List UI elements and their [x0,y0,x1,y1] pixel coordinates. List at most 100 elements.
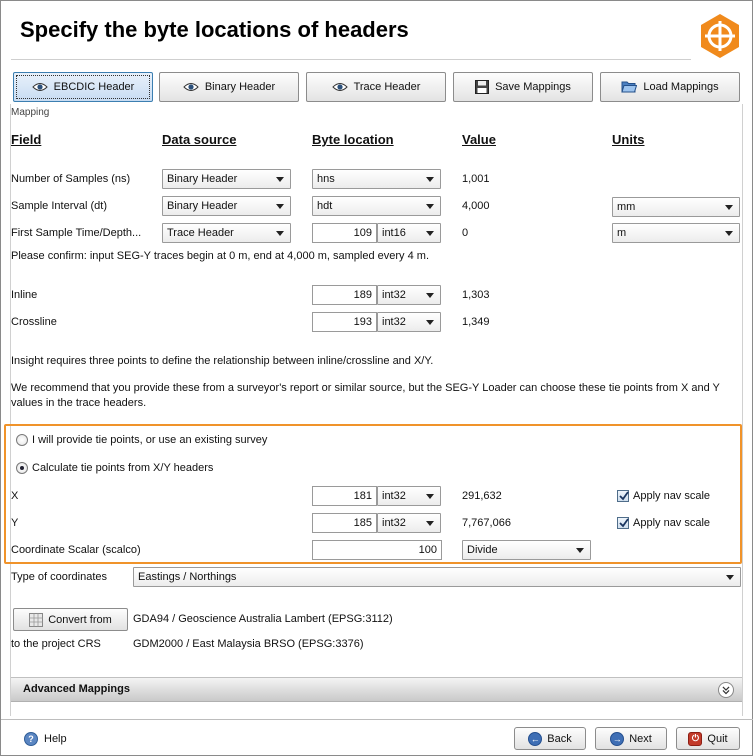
x-type-dropdown[interactable]: int32 [377,486,441,506]
tab-binary-header[interactable]: Binary Header [159,72,299,102]
column-header-data-source: Data source [162,132,237,147]
floppy-disk-icon [475,80,490,94]
title-divider [11,59,691,60]
tab-label: Binary Header [204,81,276,93]
coord-type-label: Type of coordinates [11,571,108,583]
eye-icon [331,83,348,91]
help-icon: ? [24,732,38,746]
dropdown-value: m [617,227,627,239]
interval-source-dropdown[interactable]: Binary Header [162,196,291,216]
tab-label: EBCDIC Header [53,81,135,93]
x-value: 291,632 [462,490,502,502]
interval-label: Sample Interval (dt) [11,200,107,212]
button-label: Save Mappings [495,81,571,93]
chevron-down-icon [725,205,733,210]
interval-value: 4,000 [462,200,490,212]
interval-units-dropdown[interactable]: mm [612,197,740,217]
dropdown-value: int32 [382,490,406,502]
info-text-recommend: We recommend that you provide these from… [11,382,720,394]
first-sample-type-dropdown[interactable]: int16 [377,223,441,243]
dropdown-value: Binary Header [167,173,238,185]
info-text-three-points: Insight requires three points to define … [11,355,434,367]
crossline-type-dropdown[interactable]: int32 [377,312,441,332]
help-label: Help [44,733,67,745]
chevron-down-icon [276,231,284,236]
from-crs-text: GDA94 / Geoscience Australia Lambert (EP… [133,613,393,625]
panel-border-left [10,104,11,716]
next-button[interactable]: → Next [595,727,667,750]
advanced-mappings-label: Advanced Mappings [23,683,130,695]
x-byte-input[interactable]: 181 [312,486,377,506]
first-sample-label: First Sample Time/Depth... [11,227,142,239]
eye-icon [183,83,199,91]
x-label: X [11,490,19,502]
chevron-down-icon [426,177,434,182]
panel-border-right [742,104,743,716]
inline-value: 1,303 [462,289,490,301]
first-sample-byte-input[interactable]: 109 [312,223,377,243]
radio-provide-label: I will provide tie points, or use an exi… [32,434,268,446]
dropdown-value: mm [617,201,636,213]
dropdown-value: int32 [382,289,406,301]
inline-label: Inline [11,289,38,301]
y-type-dropdown[interactable]: int32 [377,513,441,533]
dropdown-value: Trace Header [167,227,234,239]
first-sample-value: 0 [462,227,469,239]
chevron-down-icon [276,204,284,209]
arrow-left-icon: ← [528,731,543,746]
convert-from-button[interactable]: Convert from [13,608,128,631]
column-header-value: Value [462,132,496,147]
dropdown-value: hdt [317,200,333,212]
first-sample-source-dropdown[interactable]: Trace Header [162,223,291,243]
button-label: Next [629,732,652,745]
dropdown-value: Binary Header [167,200,238,212]
radio-calculate-tie-points[interactable] [16,462,28,474]
scalar-label: Coordinate Scalar (scalco) [11,544,141,556]
tab-ebcdic-header[interactable]: EBCDIC Header [13,72,153,102]
samples-byte-dropdown[interactable]: hns [312,169,441,189]
coord-type-dropdown[interactable]: Eastings / Northings [133,567,741,587]
dialog-window: Specify the byte locations of headers EB… [0,0,753,756]
column-header-field: Field [11,132,42,147]
button-label: Convert from [48,613,112,626]
save-mappings-button[interactable]: Save Mappings [453,72,593,102]
info-text-recommend-cont: values in the trace headers. [11,397,147,409]
button-label: Load Mappings [643,81,719,93]
quit-button[interactable]: ⏻ Quit [676,727,740,750]
eye-icon [31,83,48,91]
samples-value: 1,001 [462,173,490,185]
double-chevron-down-icon[interactable] [718,682,734,698]
inline-byte-input[interactable]: 189 [312,285,377,305]
advanced-mappings-toggle[interactable]: Advanced Mappings [11,677,742,702]
chevron-down-icon [726,575,734,580]
button-label: Back [547,732,572,745]
checkmark-icon [619,518,629,528]
interval-byte-dropdown[interactable]: hdt [312,196,441,216]
to-project-crs-label: to the project CRS [11,638,101,650]
help-link[interactable]: ? Help [24,732,67,746]
samples-label: Number of Samples (ns) [11,173,131,185]
checkmark-icon [619,491,629,501]
crossline-byte-input[interactable]: 193 [312,312,377,332]
inline-type-dropdown[interactable]: int32 [377,285,441,305]
chevron-down-icon [426,231,434,236]
radio-provide-tie-points[interactable] [16,434,28,446]
samples-source-dropdown[interactable]: Binary Header [162,169,291,189]
y-byte-input[interactable]: 185 [312,513,377,533]
y-value: 7,767,066 [462,517,511,529]
tab-trace-header[interactable]: Trace Header [306,72,446,102]
scalar-input[interactable]: 100 [312,540,442,560]
target-logo-icon [701,14,739,58]
tab-label: Trace Header [353,81,421,93]
scalar-mode-dropdown[interactable]: Divide [462,540,591,560]
back-button[interactable]: ← Back [514,727,586,750]
page-title: Specify the byte locations of headers [20,17,409,42]
first-sample-units-dropdown[interactable]: m [612,223,740,243]
y-apply-nav-scale-checkbox[interactable] [617,517,629,529]
x-apply-nav-scale-checkbox[interactable] [617,490,629,502]
dropdown-value: int16 [382,227,406,239]
footer-divider [1,719,753,720]
load-mappings-button[interactable]: Load Mappings [600,72,740,102]
mapping-section-label: Mapping [11,107,50,118]
crossline-label: Crossline [11,316,57,328]
